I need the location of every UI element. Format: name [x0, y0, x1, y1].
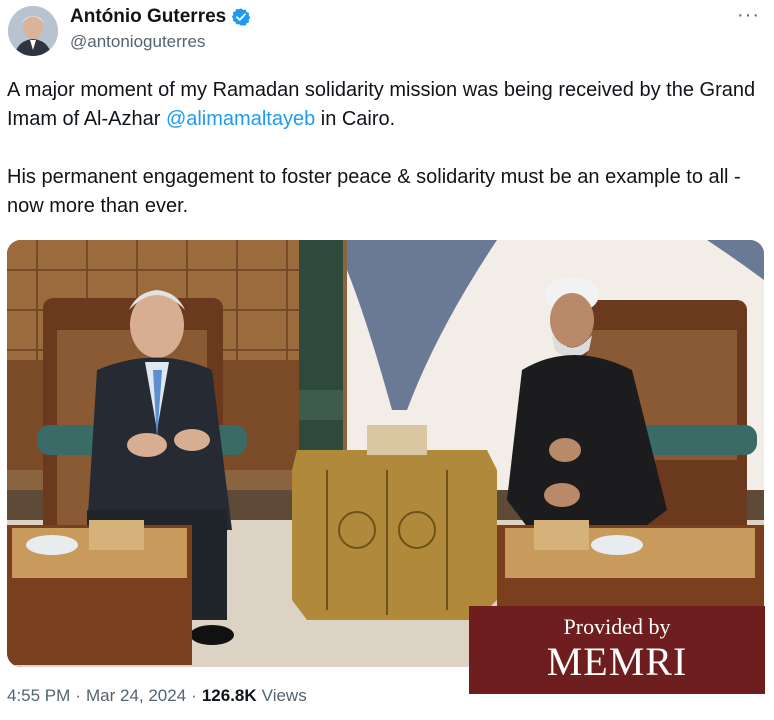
watermark-memri: MEMRI [546, 639, 688, 684]
views-count[interactable]: 126.8K [202, 686, 257, 706]
meta-separator: · [191, 686, 197, 705]
mention-link[interactable]: @alimamaltayeb [166, 108, 315, 130]
avatar-image [8, 6, 58, 56]
views-label: Views [261, 686, 307, 705]
tweet-text: A major moment of my Ramadan solidarity … [7, 76, 767, 221]
watermark-provided-by: Provided by [563, 614, 671, 639]
meta-separator: · [75, 686, 81, 705]
author-name-row: António Guterres [70, 6, 251, 28]
meeting-photo-image [7, 240, 764, 667]
tweet-paragraph-2: His permanent engagement to foster peace… [7, 166, 741, 217]
tweet-time[interactable]: 4:55 PM [7, 686, 70, 706]
tweet-paragraph-1: A major moment of my Ramadan solidarity … [7, 76, 767, 134]
tweet-text-part-2: in Cairo. [315, 108, 396, 130]
tweet-meta: 4:55 PM · Mar 24, 2024 · 126.8K Views [7, 686, 307, 706]
tweet-photo[interactable] [7, 240, 764, 667]
avatar[interactable] [8, 6, 58, 56]
more-options-icon[interactable]: ··· [737, 4, 760, 27]
verified-badge-icon [231, 7, 251, 27]
tweet-date[interactable]: Mar 24, 2024 [86, 686, 186, 706]
memri-watermark: Provided by MEMRI [469, 606, 765, 694]
author-display-name[interactable]: António Guterres [70, 6, 226, 28]
author-handle[interactable]: @antonioguterres [70, 32, 205, 52]
